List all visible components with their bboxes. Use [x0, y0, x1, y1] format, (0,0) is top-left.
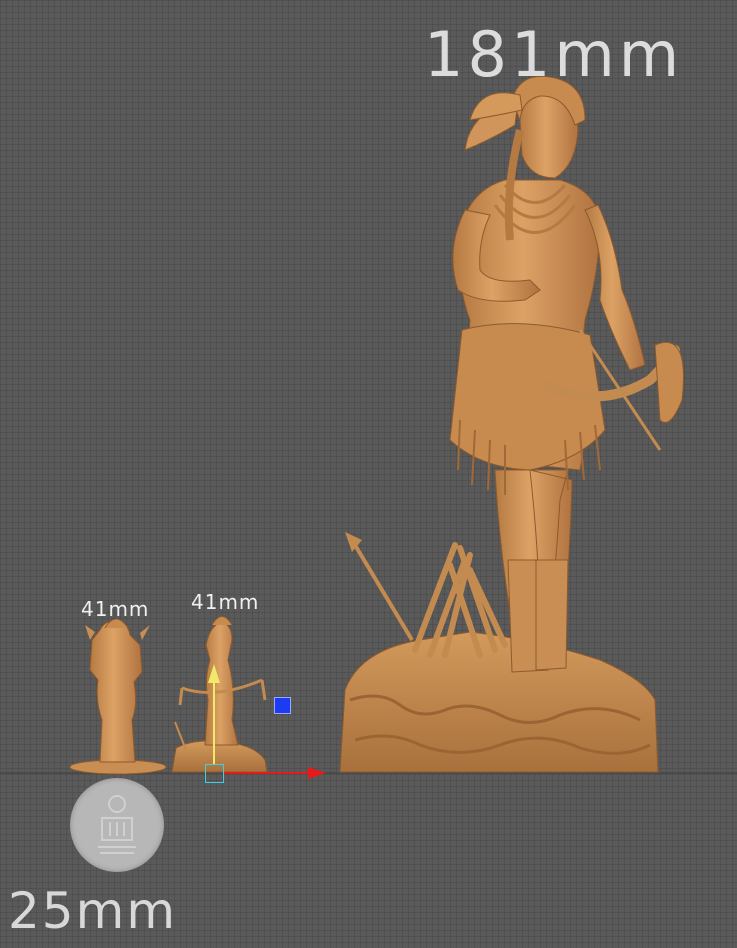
mini-center-height-label: 41mm [191, 590, 260, 614]
main-figure-height-label: 181mm [424, 18, 684, 91]
mini-left-height-label: 41mm [81, 597, 150, 621]
gizmo-center-handle[interactable] [205, 764, 224, 783]
mini-figure-left[interactable] [69, 618, 167, 775]
arrow-in-ground [345, 532, 414, 642]
gizmo-z-handle[interactable] [274, 697, 291, 714]
coin-size-label: 25mm [8, 882, 178, 940]
mini-figure-center[interactable] [171, 616, 268, 773]
main-figure-base [339, 631, 659, 773]
main-figure-right-arm [584, 204, 646, 371]
scale-coin [70, 778, 164, 872]
3d-viewport[interactable]: 181mm 41mm 41mm 25mm [0, 0, 737, 948]
main-figure[interactable] [339, 75, 684, 773]
studio-logo-icon [98, 795, 136, 854]
